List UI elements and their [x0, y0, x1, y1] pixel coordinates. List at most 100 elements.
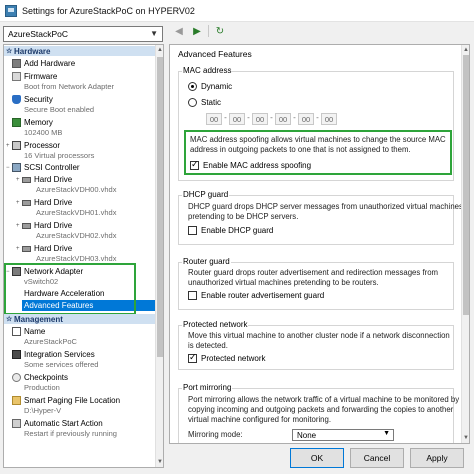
mac-octet-3[interactable]: 00 — [252, 113, 268, 125]
mirroring-mode-value: None — [297, 430, 317, 440]
scrollbar-thumb[interactable] — [157, 57, 163, 357]
nav-toolbar: ◀ ▶ ↻ — [172, 24, 227, 38]
radio-static[interactable]: Static — [188, 98, 221, 107]
tree-item-label: SCSI Controller — [24, 163, 80, 172]
tree-item-label: Hard Drive — [34, 244, 73, 253]
hard-drive-3-detail: AzureStackVDH03.vhdx — [36, 253, 117, 263]
automatic-start-icon — [12, 419, 21, 428]
shield-icon — [12, 95, 21, 104]
forward-arrow-icon[interactable]: ▶ — [190, 24, 204, 38]
protected-network-checkbox[interactable]: Protected network — [188, 352, 266, 363]
mac-octet-1[interactable]: 00 — [206, 113, 222, 125]
cancel-button[interactable]: Cancel — [350, 448, 404, 468]
mac-octet-4[interactable]: 00 — [275, 113, 291, 125]
integration-services-icon — [12, 350, 21, 359]
folder-icon — [12, 396, 21, 405]
advanced-features-panel: Advanced Features MAC address Dynamic St… — [169, 44, 470, 444]
enable-router-guard-checkbox[interactable]: Enable router advertisement guard — [188, 291, 324, 300]
hyper-v-settings-icon — [5, 4, 17, 17]
tree-scrollbar[interactable]: ▲ ▼ — [155, 45, 163, 467]
tree-item-scsi-controller[interactable]: − SCSI Controller — [6, 162, 80, 173]
tree-item-label: Security — [24, 95, 53, 104]
radio-dynamic[interactable]: Dynamic — [188, 82, 232, 91]
checkbox-checked-icon — [188, 352, 197, 363]
enable-dhcp-guard-checkbox[interactable]: Enable DHCP guard — [188, 226, 273, 235]
mirroring-mode-select[interactable]: None ▼ — [292, 429, 394, 441]
dhcp-guard-description-line-2: pretending to be DHCP servers. — [188, 212, 299, 221]
tree-item-add-hardware[interactable]: Add Hardware — [12, 58, 75, 69]
network-adapter-highlight-box — [4, 263, 136, 315]
collapse-icon[interactable]: ☆ — [6, 315, 14, 323]
checkbox-icon — [188, 291, 197, 300]
hardware-header-label: Hardware — [14, 46, 51, 56]
memory-detail: 102400 MB — [24, 127, 63, 137]
hard-drive-icon — [22, 199, 31, 206]
radio-dot-selected-icon — [188, 82, 197, 91]
security-detail: Secure Boot enabled — [24, 104, 95, 114]
radio-dynamic-label: Dynamic — [201, 82, 233, 91]
scroll-down-icon[interactable]: ▼ — [156, 458, 163, 466]
smart-paging-detail: D:\Hyper-V — [24, 405, 62, 415]
mac-separator: - — [293, 113, 296, 122]
ok-button[interactable]: OK — [290, 448, 344, 468]
processor-icon — [12, 141, 21, 150]
mac-octet-5[interactable]: 00 — [298, 113, 314, 125]
tree-item-label: Name — [24, 327, 46, 336]
window-title: Settings for AzureStackPoC on HYPERV02 — [22, 5, 195, 16]
protected-network-description-line-2: is detected. — [188, 341, 228, 350]
collapse-icon[interactable]: ☆ — [6, 47, 14, 55]
port-mirroring-legend: Port mirroring — [182, 383, 233, 392]
chevron-down-icon: ▼ — [383, 430, 390, 437]
radio-static-label: Static — [201, 98, 222, 107]
hard-drive-icon — [22, 176, 31, 183]
management-section-header[interactable]: ☆ Management — [4, 314, 156, 324]
tree-item-label: Integration Services — [24, 350, 95, 359]
checkbox-label: Protected network — [201, 354, 266, 363]
hard-drive-2-detail: AzureStackVDH02.vhdx — [36, 230, 117, 240]
scsi-controller-icon — [12, 163, 21, 172]
settings-tree: ☆ Hardware Add Hardware Firmware Boot fr… — [3, 44, 164, 468]
port-mirroring-description-line-1: Port mirroring allows the network traffi… — [188, 395, 460, 404]
checkpoints-icon — [12, 373, 21, 382]
scroll-up-icon[interactable]: ▲ — [462, 46, 469, 54]
router-guard-description-line-2: unauthorized virtual machines pretending… — [188, 278, 379, 287]
hardware-section-header[interactable]: ☆ Hardware — [4, 46, 156, 56]
apply-button[interactable]: Apply — [410, 448, 464, 468]
mac-separator: - — [316, 113, 319, 122]
protected-network-legend: Protected network — [182, 320, 249, 329]
router-guard-description-line-1: Router guard drops router advertisement … — [188, 268, 439, 277]
hard-drive-0-detail: AzureStackVDH00.vhdx — [36, 184, 117, 194]
back-arrow-icon[interactable]: ◀ — [172, 24, 186, 38]
mac-octet-2[interactable]: 00 — [229, 113, 245, 125]
router-guard-legend: Router guard — [182, 257, 231, 266]
integration-services-detail: Some services offered — [24, 359, 99, 369]
tree-item-label: Hard Drive — [34, 175, 73, 184]
vm-select-value: AzureStackPoC — [8, 29, 68, 39]
radio-dot-icon — [188, 98, 197, 107]
scrollbar-thumb[interactable] — [463, 55, 469, 315]
name-detail: AzureStackPoC — [24, 336, 77, 346]
vm-select[interactable]: AzureStackPoC ▼ — [3, 26, 163, 42]
name-icon — [12, 327, 21, 336]
checkbox-checked-icon — [190, 159, 199, 170]
scroll-up-icon[interactable]: ▲ — [156, 46, 163, 54]
mirroring-mode-label: Mirroring mode: — [188, 430, 243, 439]
hard-drive-icon — [22, 245, 31, 252]
scroll-down-icon[interactable]: ▼ — [462, 434, 469, 442]
panel-scrollbar[interactable]: ▲ ▼ — [461, 45, 469, 443]
tree-item-label: Hard Drive — [34, 198, 73, 207]
checkbox-label: Enable MAC address spoofing — [203, 161, 312, 170]
refresh-icon[interactable]: ↻ — [213, 24, 227, 38]
add-hardware-icon — [12, 59, 21, 68]
protected-network-description-line-1: Move this virtual machine to another clu… — [188, 331, 450, 340]
mac-separator: - — [247, 113, 250, 122]
mac-address-legend: MAC address — [182, 66, 233, 75]
dhcp-guard-description-line-1: DHCP guard drops DHCP server messages fr… — [188, 202, 463, 211]
checkpoints-detail: Production — [24, 382, 60, 392]
mac-octet-6[interactable]: 00 — [321, 113, 337, 125]
processor-detail: 16 Virtual processors — [24, 150, 95, 160]
hard-drive-icon — [22, 222, 31, 229]
management-header-label: Management — [14, 314, 63, 324]
enable-mac-spoofing-checkbox[interactable]: Enable MAC address spoofing — [190, 159, 312, 170]
mac-spoofing-description-line-2: address in outgoing packets to one that … — [190, 145, 411, 154]
